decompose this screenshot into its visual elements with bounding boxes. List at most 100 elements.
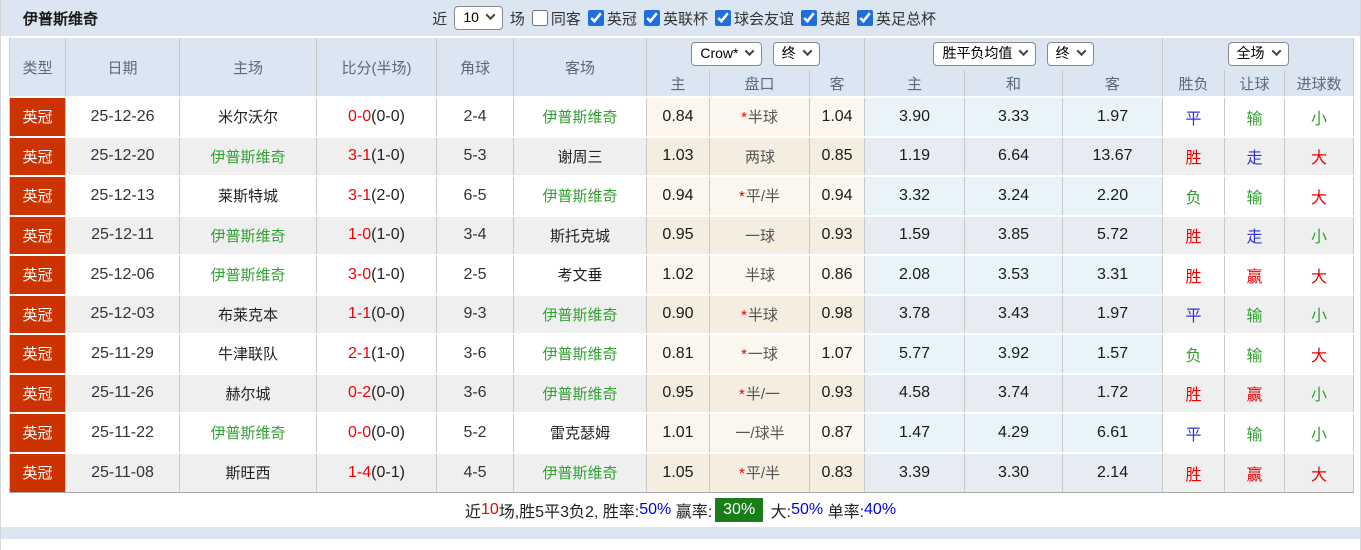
team-title: 伊普斯维奇 [23, 8, 98, 29]
result-group-header: 全场 [1163, 38, 1354, 70]
odds-away: 5.72 [1063, 216, 1163, 256]
away-team[interactable]: 伊普斯维奇 [514, 176, 647, 216]
corners: 6-5 [437, 176, 514, 216]
league-filter-label: 英超 [820, 8, 850, 29]
home-team[interactable]: 牛津联队 [180, 334, 317, 374]
home-team[interactable]: 莱斯特城 [180, 176, 317, 216]
handicap-result: 输 [1225, 295, 1285, 335]
league-badge: 英冠 [10, 216, 66, 256]
odds-home: 1.59 [865, 216, 965, 256]
matches-label: 场 [510, 8, 525, 29]
scope-select[interactable]: 全场 [1228, 42, 1289, 66]
match-date: 25-12-06 [66, 255, 180, 295]
score-cell: 0-0(0-0) [317, 97, 437, 137]
odds-group-header: 胜平负均值 终 [865, 38, 1163, 70]
summary-win-rate: 50% [639, 501, 671, 519]
fulltime-score: 1-1 [348, 305, 371, 322]
handicap-line: *半球 [710, 97, 810, 137]
fulltime-score: 0-0 [348, 108, 371, 125]
away-team[interactable]: 伊普斯维奇 [514, 453, 647, 493]
fulltime-score: 3-1 [348, 187, 371, 204]
filter-controls: 近 10 场 同客 英冠 英联杯 球会友谊 英超 [432, 6, 936, 30]
score-cell: 2-1(1-0) [317, 334, 437, 374]
odds-home: 2.08 [865, 255, 965, 295]
away-team[interactable]: 谢周三 [514, 137, 647, 177]
goals-result: 大 [1285, 453, 1354, 493]
home-team[interactable]: 米尔沃尔 [180, 97, 317, 137]
odds-draw: 3.30 [965, 453, 1063, 493]
league-filter-checkbox[interactable] [801, 10, 817, 26]
handicap-result: 走 [1225, 137, 1285, 177]
corners: 5-3 [437, 137, 514, 177]
league-filter-checkbox[interactable] [715, 10, 731, 26]
league-filter-label: 英足总杯 [876, 8, 936, 29]
away-team[interactable]: 考文垂 [514, 255, 647, 295]
odds-draw: 3.53 [965, 255, 1063, 295]
home-team[interactable]: 伊普斯维奇 [180, 137, 317, 177]
score-cell: 1-0(1-0) [317, 216, 437, 256]
handicap-star: * [739, 188, 745, 205]
fulltime-score: 3-1 [348, 147, 371, 164]
match-row: 英冠 25-12-06 伊普斯维奇 3-0(1-0) 2-5 考文垂 1.02 … [10, 255, 1354, 295]
handicap-line-text: 两球 [745, 149, 775, 166]
handicap-home-odds: 0.94 [647, 176, 710, 216]
corners: 4-5 [437, 453, 514, 493]
corners: 9-3 [437, 295, 514, 335]
league-filter-checkbox[interactable] [644, 10, 660, 26]
corners: 3-6 [437, 374, 514, 414]
home-team[interactable]: 布莱克本 [180, 295, 317, 335]
handicap-result: 输 [1225, 176, 1285, 216]
league-filter: 英联杯 [644, 8, 708, 29]
score-cell: 0-0(0-0) [317, 413, 437, 453]
recent-count-select[interactable]: 10 [454, 6, 503, 30]
handicap-away-odds: 0.98 [810, 295, 865, 335]
corners: 5-2 [437, 413, 514, 453]
league-filter-label: 英联杯 [663, 8, 708, 29]
home-team[interactable]: 斯旺西 [180, 453, 317, 493]
handicap-time-select[interactable]: 终 [773, 42, 820, 66]
col-header-away: 客场 [514, 38, 647, 97]
handicap-line: 半球 [710, 255, 810, 295]
same-away-filter: 同客 [532, 8, 581, 29]
home-team[interactable]: 赫尔城 [180, 374, 317, 414]
goals-result: 大 [1285, 176, 1354, 216]
away-team[interactable]: 伊普斯维奇 [514, 334, 647, 374]
away-team[interactable]: 伊普斯维奇 [514, 295, 647, 335]
match-date: 25-11-08 [66, 453, 180, 493]
bookmaker-select[interactable]: Crow* [691, 42, 762, 66]
handicap-away-odds: 0.86 [810, 255, 865, 295]
handicap-line-text: 半球 [748, 307, 778, 324]
summary-big-label: 大: [766, 498, 791, 522]
match-date: 25-12-03 [66, 295, 180, 335]
odds-type-select[interactable]: 胜平负均值 [933, 42, 1036, 66]
odds-time-select[interactable]: 终 [1047, 42, 1094, 66]
handicap-home-odds: 1.01 [647, 413, 710, 453]
away-team[interactable]: 雷克瑟姆 [514, 413, 647, 453]
handicap-line: *平/半 [710, 176, 810, 216]
league-badge: 英冠 [10, 137, 66, 177]
home-team[interactable]: 伊普斯维奇 [180, 255, 317, 295]
odds-away: 13.67 [1063, 137, 1163, 177]
away-team[interactable]: 斯托克城 [514, 216, 647, 256]
col-header-handicap-away: 客 [810, 70, 865, 97]
away-team[interactable]: 伊普斯维奇 [514, 374, 647, 414]
away-team[interactable]: 伊普斯维奇 [514, 97, 647, 137]
handicap-away-odds: 0.85 [810, 137, 865, 177]
summary-big-rate: 50% [791, 501, 823, 519]
team-header-bar: 伊普斯维奇 近 10 场 同客 英冠 英联杯 球会友谊 [1, 0, 1360, 38]
chevron-down-icon [802, 46, 812, 56]
outcome-result: 胜 [1163, 374, 1225, 414]
col-header-odds-home: 主 [865, 70, 965, 97]
col-header-handicap-home: 主 [647, 70, 710, 97]
same-away-checkbox[interactable] [532, 10, 548, 26]
goals-result: 小 [1285, 413, 1354, 453]
handicap-line: *一球 [710, 334, 810, 374]
league-filter-checkbox[interactable] [857, 10, 873, 26]
home-team[interactable]: 伊普斯维奇 [180, 413, 317, 453]
handicap-star: * [741, 346, 747, 363]
league-filter-checkbox[interactable] [588, 10, 604, 26]
handicap-line: *平/半 [710, 453, 810, 493]
home-team[interactable]: 伊普斯维奇 [180, 216, 317, 256]
halftime-score: (1-0) [371, 345, 405, 362]
halftime-score: (0-0) [371, 384, 405, 401]
